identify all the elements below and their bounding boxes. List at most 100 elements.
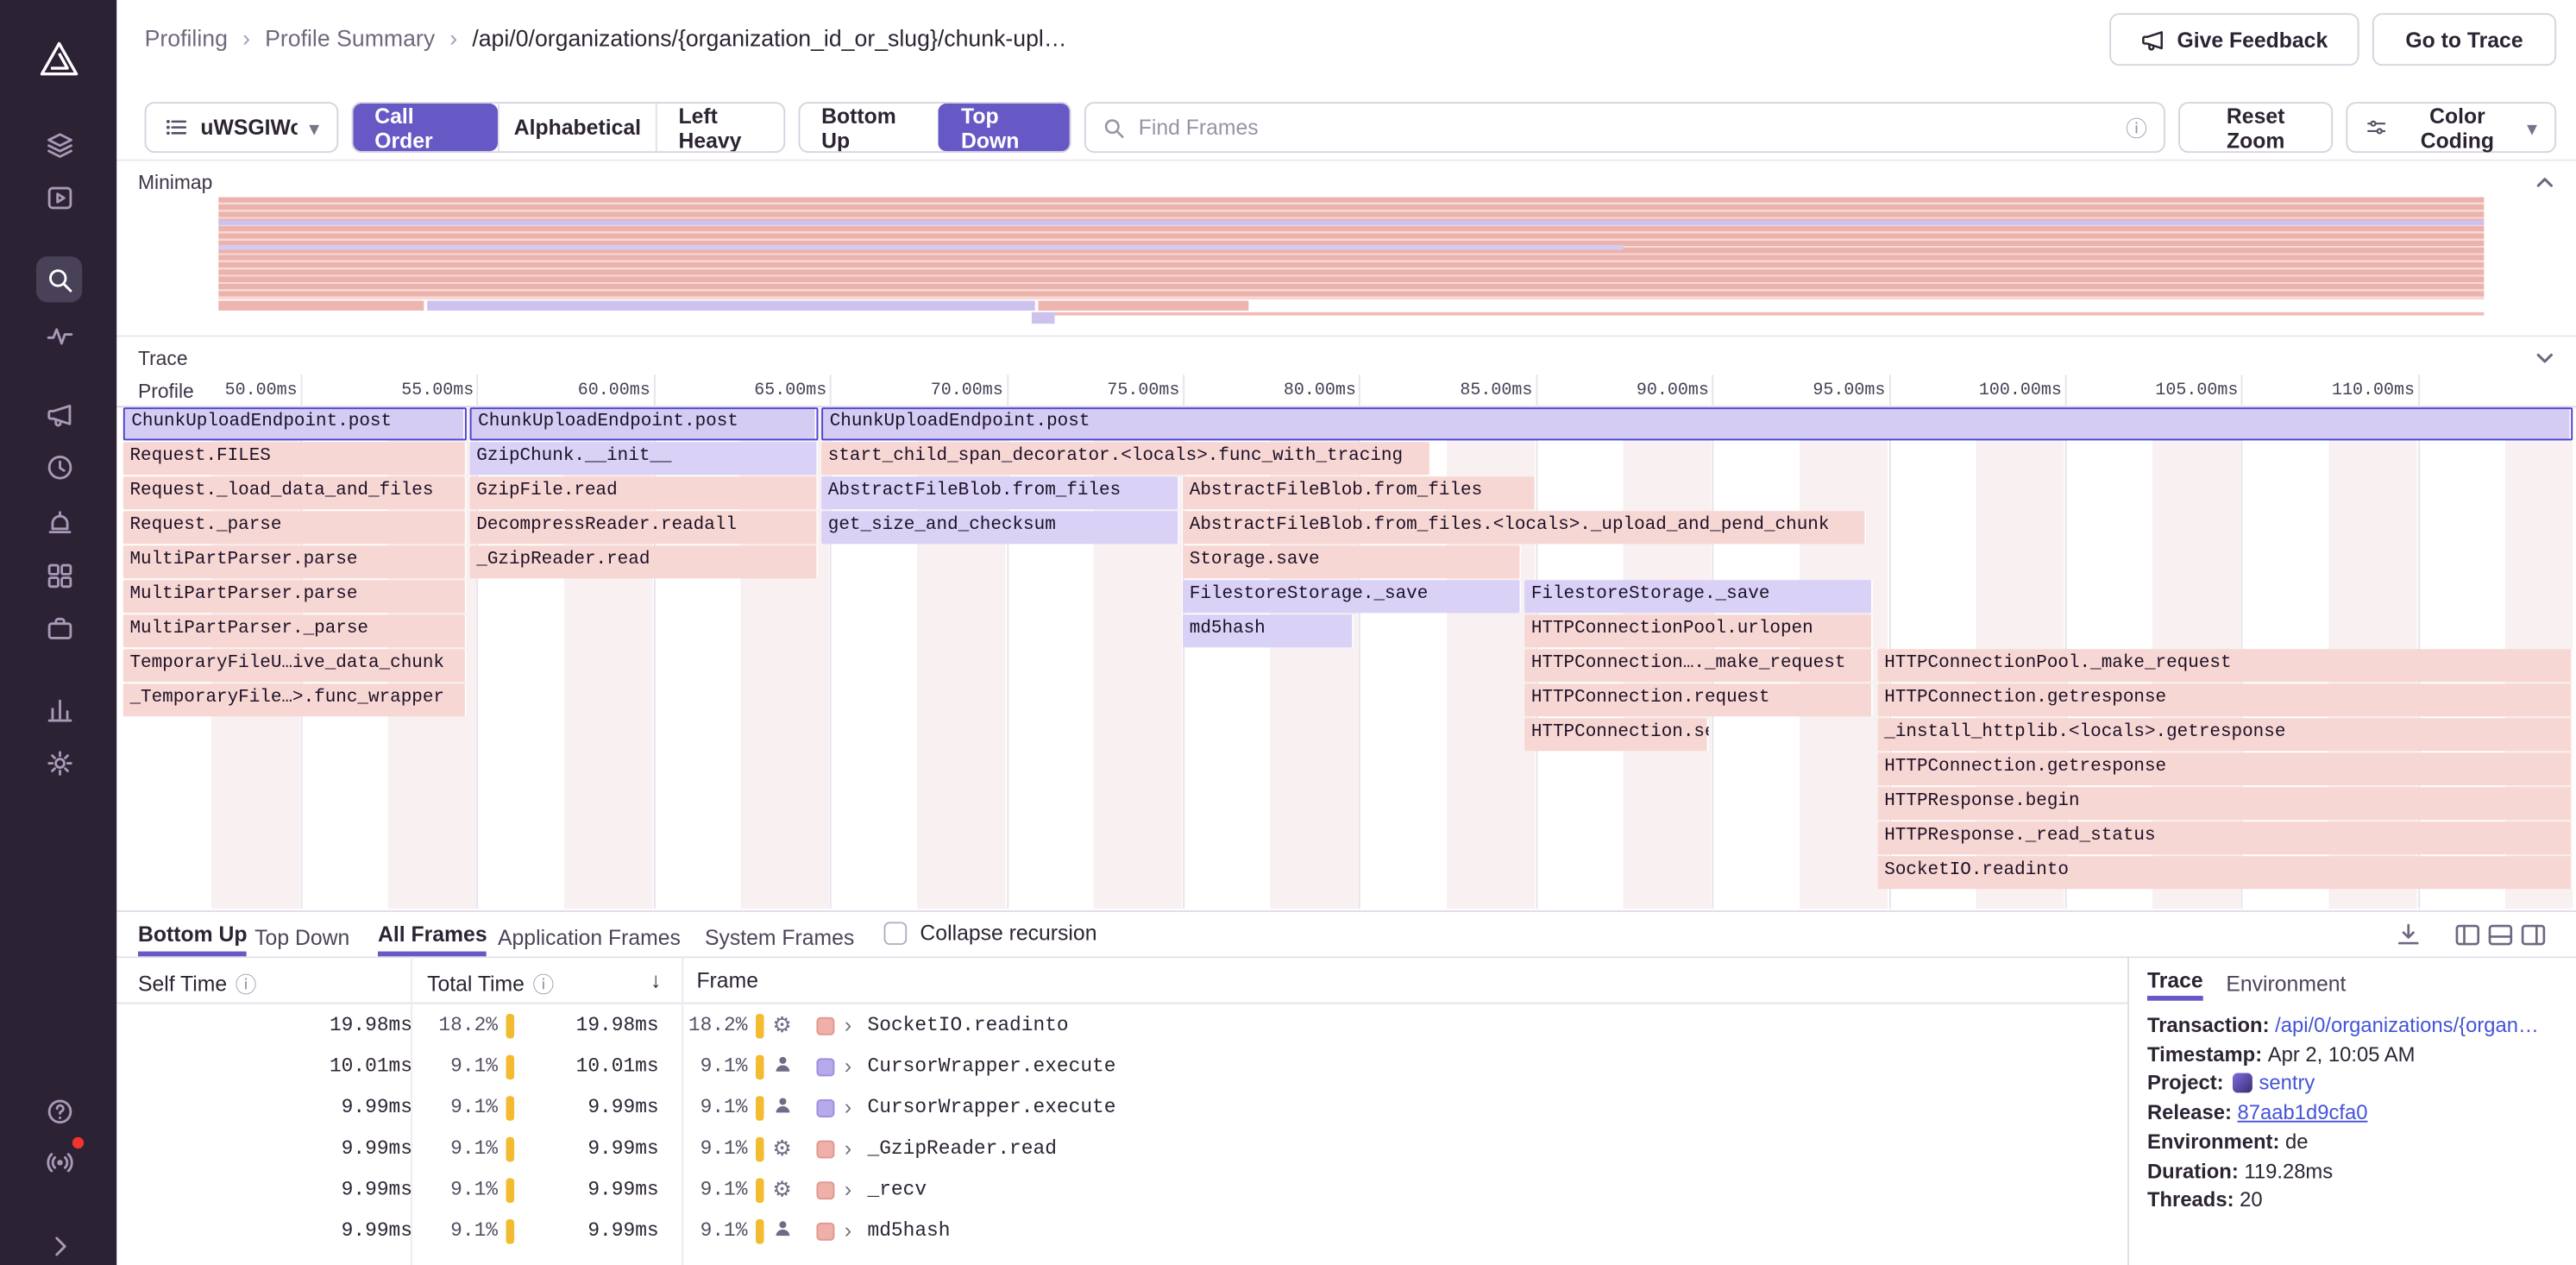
tab-bottom-up[interactable]: Bottom Up [138, 917, 248, 957]
find-frames-input[interactable] [1139, 115, 2113, 140]
sort-alphabetical-button[interactable]: Alphabetical [498, 104, 656, 151]
collapse-recursion-checkbox[interactable] [884, 922, 908, 945]
table-row[interactable]: 9.99ms9.1%9.99ms9.1%CursorWrapper.execut… [116, 1088, 2127, 1130]
sidebar-item-feedback[interactable] [36, 391, 82, 437]
tab-system-frames[interactable]: System Frames [705, 917, 854, 957]
frame-header[interactable]: Frame [696, 968, 758, 993]
expand-icon[interactable] [845, 1136, 851, 1161]
table-row[interactable]: 9.99ms9.1%9.99ms9.1%md5hash [116, 1211, 2127, 1252]
sidebar-item-alerts[interactable] [36, 498, 82, 544]
flame-frame[interactable]: Request._parse [123, 511, 467, 544]
flame-frame[interactable]: get_size_and_checksum [821, 511, 1179, 544]
sort-direction-icon[interactable] [650, 968, 661, 993]
sentry-logo-icon[interactable] [36, 36, 82, 82]
flame-frame[interactable]: HTTPConnectionPool.urlopen [1524, 614, 1873, 647]
layout-bottom-icon[interactable] [2487, 922, 2513, 947]
reset-zoom-button[interactable]: Reset Zoom [2178, 102, 2333, 153]
sidebar-item-projects[interactable] [36, 605, 82, 651]
tab-application-frames[interactable]: Application Frames [498, 917, 681, 957]
flame-frame[interactable]: TemporaryFileU…ive_data_chunk [123, 649, 467, 682]
flame-frame[interactable]: AbstractFileBlob.from_files [1183, 476, 1536, 509]
table-row[interactable]: 9.99ms9.1%9.99ms9.1%⚙_GzipReader.read [116, 1129, 2127, 1170]
flame-frame[interactable]: ChunkUploadEndpoint.post [470, 407, 819, 440]
expand-icon[interactable] [845, 1094, 851, 1119]
flame-frame[interactable]: HTTPResponse._read_status [1878, 821, 2573, 854]
flame-frame[interactable]: FilestoreStorage._save [1183, 580, 1521, 613]
flame-frame[interactable]: GzipFile.read [470, 476, 819, 509]
flame-frame[interactable]: MultiPartParser.parse [123, 545, 467, 578]
flame-frame[interactable]: MultiPartParser._parse [123, 614, 467, 647]
breadcrumb-transaction[interactable]: /api/0/organizations/{organization_id_or… [472, 25, 1066, 51]
flame-frame[interactable]: GzipChunk.__init__ [470, 442, 819, 475]
layout-right-icon[interactable] [2520, 922, 2546, 947]
flame-frame[interactable]: Request._load_data_and_files [123, 476, 467, 509]
flame-frame[interactable]: _install_httplib.<locals>.getresponse [1878, 718, 2573, 751]
flame-frame[interactable]: HTTPConnection.getresponse [1878, 752, 2573, 785]
flame-frame[interactable]: HTTPConnection.send [1524, 718, 1708, 751]
export-icon[interactable] [2396, 922, 2422, 947]
flame-frame[interactable]: Storage.save [1183, 545, 1521, 578]
flame-frame[interactable]: SocketIO.readinto [1878, 856, 2573, 889]
timeline-ruler[interactable]: Profile 50.00ms55.00ms60.00ms65.00ms70.0… [116, 374, 2576, 407]
tab-all-frames[interactable]: All Frames [378, 917, 487, 957]
flame-frame[interactable]: ChunkUploadEndpoint.post [821, 407, 2573, 440]
table-row[interactable]: 19.98ms18.2%19.98ms18.2%⚙SocketIO.readin… [116, 1005, 2127, 1047]
flame-frame[interactable]: md5hash [1183, 614, 1354, 647]
sort-call-order-button[interactable]: Call Order [353, 104, 498, 151]
expand-icon[interactable] [845, 1012, 851, 1037]
trace-collapse-icon[interactable] [2533, 347, 2556, 370]
detail-value-link[interactable]: 87aab1d9cfa0 [2238, 1101, 2368, 1124]
flame-frame[interactable]: DecompressReader.readall [470, 511, 819, 544]
flame-frame[interactable]: ChunkUploadEndpoint.post [123, 407, 467, 440]
help-icon[interactable] [36, 1088, 82, 1134]
flame-frame[interactable]: HTTPConnection…._make_request [1524, 649, 1873, 682]
flame-frame[interactable]: start_child_span_decorator.<locals>.func… [821, 442, 1431, 475]
thread-selector-dropdown[interactable]: uWSGIWor… [145, 102, 339, 153]
self-time-header[interactable]: Self Time [138, 968, 256, 999]
direction-bottom-up-button[interactable]: Bottom Up [800, 104, 938, 151]
minimap-collapse-icon[interactable] [2533, 171, 2556, 194]
flame-frame[interactable]: HTTPConnection.getresponse [1878, 683, 2573, 716]
search-info-icon[interactable] [2126, 111, 2147, 142]
table-row[interactable]: 10.01ms9.1%10.01ms9.1%CursorWrapper.exec… [116, 1047, 2127, 1088]
tab-top-down[interactable]: Top Down [254, 917, 349, 957]
expand-icon[interactable] [845, 1218, 851, 1243]
breadcrumb-profiling[interactable]: Profiling [145, 25, 228, 51]
flame-frame[interactable]: AbstractFileBlob.from_files [821, 476, 1179, 509]
flame-frame[interactable]: _TemporaryFile…>.func_wrapper [123, 683, 467, 716]
breadcrumb-profile-summary[interactable]: Profile Summary [265, 25, 435, 51]
give-feedback-button[interactable]: Give Feedback [2109, 13, 2359, 66]
table-row[interactable]: 9.99ms9.1%9.99ms9.1%⚙_recv [116, 1170, 2127, 1212]
sidebar-item-issues[interactable] [36, 122, 82, 167]
sidebar-expand-icon[interactable] [36, 1223, 82, 1265]
flame-frame[interactable]: MultiPartParser.parse [123, 580, 467, 613]
flame-frame[interactable]: FilestoreStorage._save [1524, 580, 1873, 613]
flame-frame[interactable]: HTTPConnectionPool._make_request [1878, 649, 2573, 682]
details-tab-trace[interactable]: Trace [2147, 965, 2203, 1001]
color-coding-dropdown[interactable]: Color Coding [2346, 102, 2556, 153]
expand-icon[interactable] [845, 1177, 851, 1202]
direction-top-down-button[interactable]: Top Down [938, 104, 1071, 151]
flame-frame[interactable]: Request.FILES [123, 442, 467, 475]
sidebar-item-dashboards[interactable] [36, 685, 82, 731]
flame-frame[interactable]: AbstractFileBlob.from_files.<locals>._up… [1183, 511, 1866, 544]
sidebar-item-insights[interactable] [36, 552, 82, 598]
sidebar-item-settings[interactable] [36, 739, 82, 785]
total-time-header[interactable]: Total Time [427, 968, 554, 999]
flame-frame[interactable]: _GzipReader.read [470, 545, 819, 578]
layout-left-icon[interactable] [2454, 922, 2480, 947]
details-tab-environment[interactable]: Environment [2226, 965, 2346, 1001]
sidebar-item-crons[interactable] [36, 444, 82, 489]
detail-value-link[interactable]: sentry [2259, 1072, 2315, 1095]
go-to-trace-button[interactable]: Go to Trace [2372, 13, 2556, 66]
flame-frame[interactable]: HTTPResponse.begin [1878, 787, 2573, 820]
detail-value-link[interactable]: /api/0/organizations/{organ… [2275, 1014, 2539, 1037]
minimap-chart[interactable] [218, 198, 2484, 324]
whats-new-icon[interactable] [36, 1139, 82, 1185]
flame-frame[interactable]: HTTPConnection.request [1524, 683, 1873, 716]
sidebar-item-explore[interactable] [36, 256, 82, 302]
sort-left-heavy-button[interactable]: Left Heavy [656, 104, 785, 151]
sidebar-item-performance[interactable] [36, 312, 82, 358]
sidebar-item-replays[interactable] [36, 174, 82, 220]
expand-icon[interactable] [845, 1054, 851, 1079]
